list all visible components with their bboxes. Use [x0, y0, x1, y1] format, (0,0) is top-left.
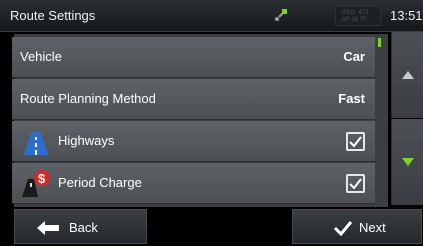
- back-label: Back: [69, 220, 98, 235]
- page-title: Route Settings: [10, 8, 96, 23]
- route-planning-method-value: Fast: [338, 91, 365, 106]
- gps-satellite-icon: [275, 9, 287, 21]
- back-button[interactable]: Back: [14, 209, 147, 244]
- speed-box-line1: REG. 473: [342, 10, 369, 16]
- highway-icon: [24, 132, 48, 155]
- highways-checkbox[interactable]: [346, 132, 365, 151]
- clock: 13:51: [390, 8, 423, 23]
- vehicle-value: Car: [343, 49, 365, 64]
- arrow-left-icon: [37, 221, 59, 235]
- checkmark-icon: [349, 178, 362, 190]
- speed-box-line2: AF 16 TF: [342, 17, 367, 23]
- scroll-position-indicator: [378, 38, 381, 47]
- period-charge-icon: $: [22, 170, 50, 197]
- chevron-up-icon: [402, 71, 414, 79]
- highways-row[interactable]: Highways: [12, 121, 375, 162]
- vehicle-label: Vehicle: [20, 49, 62, 64]
- scroll-up-button[interactable]: [391, 32, 423, 118]
- svg-text:$: $: [38, 171, 46, 186]
- route-planning-method-row[interactable]: Route Planning Method Fast: [12, 79, 375, 120]
- speed-limit-box: REG. 473 AF 16 TF: [335, 6, 381, 26]
- scroll-down-button[interactable]: [391, 119, 423, 205]
- next-label: Next: [359, 220, 386, 235]
- checkmark-icon: [349, 136, 362, 148]
- chevron-down-icon: [402, 158, 414, 166]
- route-planning-method-label: Route Planning Method: [20, 91, 156, 106]
- title-bar: Route Settings REG. 473 AF 16 TF 13:51: [0, 0, 423, 32]
- checkmark-icon: [333, 221, 353, 236]
- period-charge-row[interactable]: $ Period Charge: [12, 163, 375, 204]
- period-charge-label: Period Charge: [58, 175, 142, 190]
- period-charge-checkbox[interactable]: [346, 174, 365, 193]
- next-button[interactable]: Next: [292, 209, 422, 244]
- highways-label: Highways: [58, 133, 115, 148]
- vehicle-row[interactable]: Vehicle Car: [12, 37, 375, 78]
